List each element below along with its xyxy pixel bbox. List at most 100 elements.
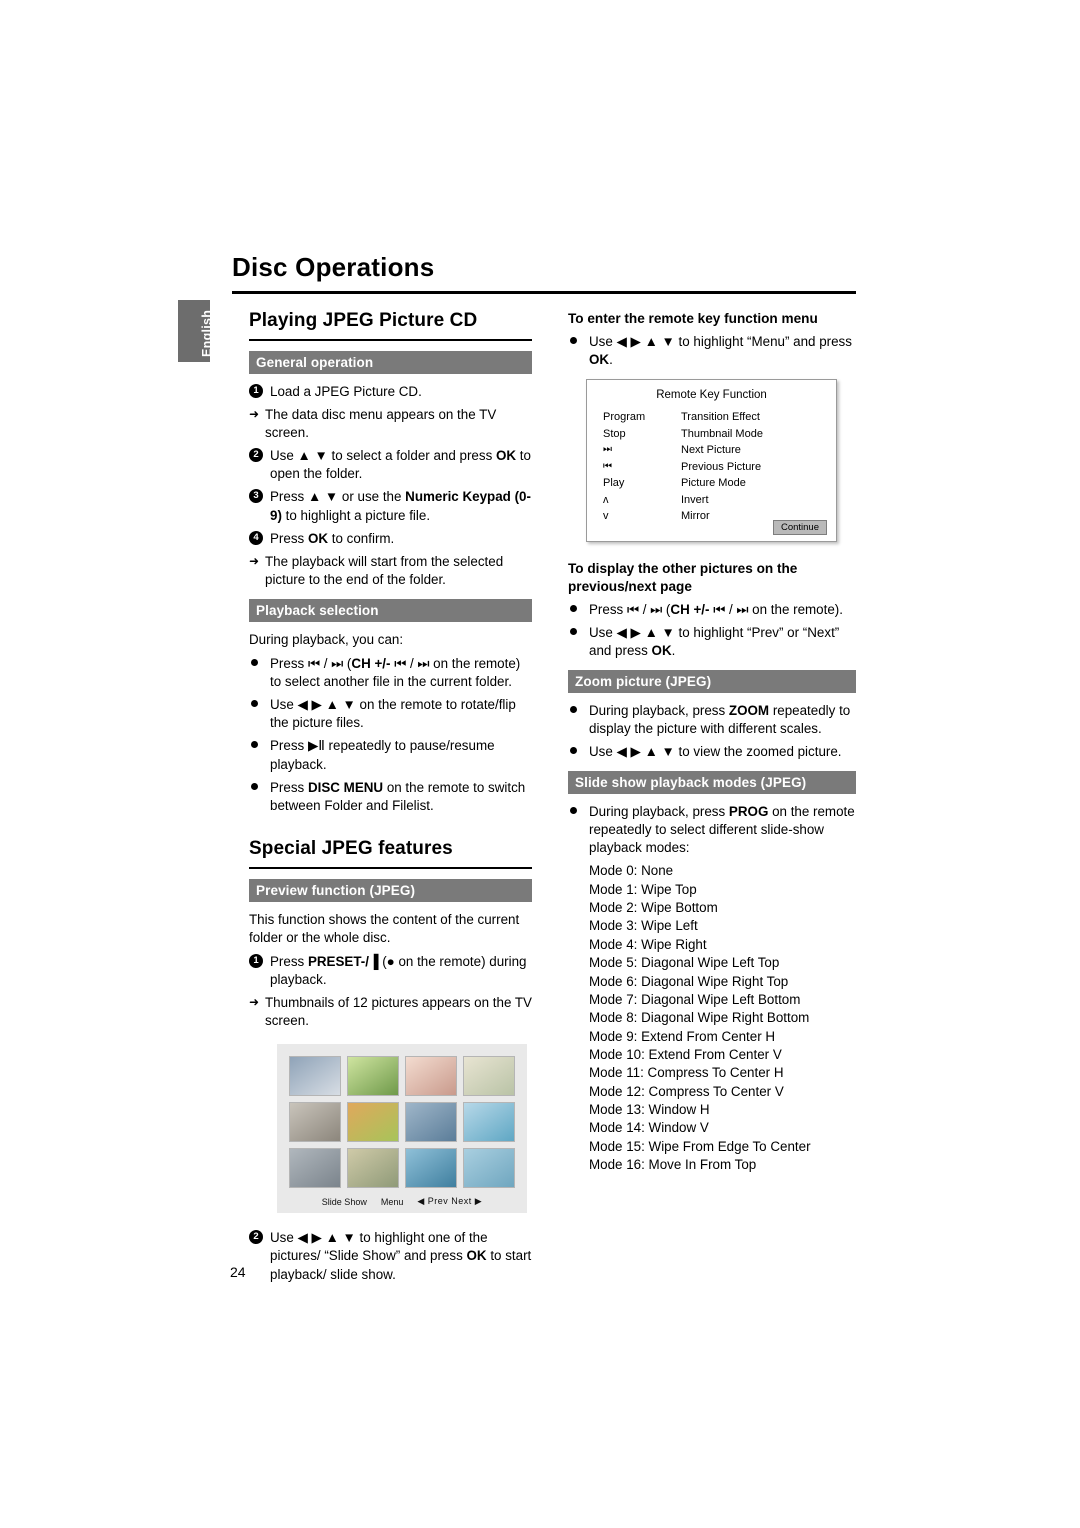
bullet-item: Press ⏮ / ⏭ (CH +/- ⏮ / ⏭ on the remote)…: [249, 655, 532, 691]
mode-item: Mode 1: Wipe Top: [589, 881, 697, 897]
step-number: 1: [249, 953, 263, 968]
page-title: Disc Operations: [232, 252, 435, 282]
mode-item: Mode 8: Diagonal Wipe Right Bottom: [589, 1010, 810, 1026]
heading-other-pictures: To display the other pictures on the pre…: [568, 560, 798, 594]
mode-item: Mode 0: None: [589, 863, 674, 879]
subsection-bar-zoom-picture: Zoom picture (JPEG): [568, 669, 856, 693]
arrow-icon: ➜: [249, 553, 260, 568]
bullet-text: Use ◀ ▶ ▲ ▼ to highlight “Prev” or “Next…: [589, 624, 840, 658]
continue-button[interactable]: Continue: [772, 519, 827, 535]
bullet-item: Press DISC MENU on the remote to switch …: [249, 779, 532, 815]
bullet-text: Press ▶Ⅱ repeatedly to pause/resume play…: [270, 738, 495, 772]
bullet-item: Press ▶Ⅱ repeatedly to pause/resume play…: [249, 737, 532, 773]
bullet-text: Press DISC MENU on the remote to switch …: [270, 779, 526, 813]
bullet-text: During playback, press PROG on the remot…: [589, 804, 855, 856]
bullet-icon: [570, 336, 577, 344]
left-column: Playing JPEG Picture CD General operatio…: [249, 310, 532, 1289]
remote-key-value: Previous Picture: [681, 460, 762, 473]
bullet-text: Use ◀ ▶ ▲ ▼ to highlight “Menu” and pres…: [589, 333, 852, 368]
step-item: 1 Load a JPEG Picture CD.: [249, 383, 532, 401]
language-tab: English: [178, 300, 214, 362]
bullet-text: Press ⏮ / ⏭ (CH +/- ⏮ / ⏭ on the remote)…: [270, 656, 521, 690]
subsection-bar-preview-function: Preview function (JPEG): [249, 878, 532, 902]
mode-item: Mode 3: Wipe Left: [589, 918, 698, 934]
mode-item: Mode 7: Diagonal Wipe Left Bottom: [589, 991, 801, 1007]
step-text: Use ▲ ▼ to select a folder and press OK …: [270, 448, 531, 482]
section-title-special-jpeg: Special JPEG features: [249, 837, 453, 859]
result-text: Thumbnails of 12 pictures appears on the…: [265, 995, 532, 1029]
step-text: Load a JPEG Picture CD.: [270, 384, 422, 399]
bullet-icon: [570, 627, 577, 635]
subsection-bar-playback-selection: Playback selection: [249, 598, 532, 622]
result-item: ➜ The data disc menu appears on the TV s…: [249, 406, 532, 442]
remote-key-name: ʌ: [603, 493, 609, 506]
right-column: To enter the remote key function menu Us…: [568, 310, 856, 1174]
mode-item: Mode 6: Diagonal Wipe Right Top: [589, 973, 789, 989]
thumbnail-preview-panel: Slide Show Menu ◀ Prev Next ▶: [277, 1044, 527, 1214]
remote-key-name: v: [603, 510, 609, 523]
step-text: Press ▲ ▼ or use the Numeric Keypad (0-9…: [270, 489, 531, 523]
arrow-icon: ➜: [249, 995, 260, 1010]
thumbnail: [289, 1056, 341, 1097]
bullet-item: Press ⏮ / ⏭ (CH +/- ⏮ / ⏭ on the remote)…: [568, 601, 856, 619]
mode-item: Mode 14: Window V: [589, 1120, 709, 1136]
bullet-item: Use ◀ ▶ ▲ ▼ to highlight “Prev” or “Next…: [568, 624, 856, 660]
document-page: Disc Operations English Playing JPEG Pic…: [0, 0, 1080, 1528]
step-number: 3: [249, 489, 263, 504]
section-divider: [249, 866, 532, 869]
step-item: 4 Press OK to confirm.: [249, 530, 532, 548]
preview-description: This function shows the content of the c…: [249, 911, 520, 945]
subsection-bar-general-operation: General operation: [249, 351, 532, 374]
bullet-icon: [570, 807, 577, 815]
bullet-item: During playback, press ZOOM repeatedly t…: [568, 702, 856, 738]
remote-key-value: Thumbnail Mode: [681, 427, 763, 440]
thumbnail-toolbar: Slide Show Menu ◀ Prev Next ▶: [289, 1196, 515, 1207]
bullet-icon: [251, 741, 258, 749]
bullet-text: Use ◀ ▶ ▲ ▼ to view the zoomed picture.: [589, 743, 842, 759]
thumbnail: [405, 1102, 457, 1143]
remote-key-row: Play Picture Mode: [587, 475, 836, 492]
step-number: 2: [249, 448, 263, 463]
mode-item: Mode 13: Window H: [589, 1102, 710, 1118]
playback-intro: During playback, you can:: [249, 631, 404, 647]
remote-key-value: Transition Effect: [681, 411, 760, 424]
previous-picture-icon: ⏮: [603, 460, 612, 472]
slide-show-button[interactable]: Slide Show: [322, 1197, 367, 1207]
bullet-item: Use ◀ ▶ ▲ ▼ to view the zoomed picture.: [568, 743, 856, 761]
title-divider: [232, 291, 856, 294]
menu-button[interactable]: Menu: [381, 1197, 404, 1207]
bullet-icon: [570, 746, 577, 754]
thumbnail: [347, 1056, 399, 1097]
remote-key-name: Program: [603, 411, 646, 424]
section-title-playing-jpeg: Playing JPEG Picture CD: [249, 310, 478, 331]
thumbnail: [347, 1102, 399, 1143]
bullet-item: During playback, press PROG on the remot…: [568, 803, 856, 857]
bullet-icon: [251, 700, 258, 708]
thumbnail: [405, 1148, 457, 1189]
bullet-icon: [251, 782, 258, 790]
slideshow-mode-list: Mode 0: None Mode 1: Wipe Top Mode 2: Wi…: [568, 862, 856, 1174]
thumbnail: [405, 1056, 457, 1097]
step-text: Use ◀ ▶ ▲ ▼ to highlight one of the pict…: [270, 1230, 532, 1282]
arrow-icon: ➜: [249, 407, 260, 422]
bullet-icon: [251, 659, 258, 667]
bullet-text: During playback, press ZOOM repeatedly t…: [589, 702, 851, 736]
remote-key-row: ⏮ Previous Picture: [587, 459, 836, 476]
thumbnail-grid: [289, 1056, 515, 1189]
thumbnail: [289, 1148, 341, 1189]
mode-item: Mode 9: Extend From Center H: [589, 1028, 776, 1044]
remote-key-row: Stop Thumbnail Mode: [587, 426, 836, 443]
prev-next-button[interactable]: ◀ Prev Next ▶: [417, 1196, 482, 1207]
step-item: 3 Press ▲ ▼ or use the Numeric Keypad (0…: [249, 488, 532, 524]
step-number: 4: [249, 530, 263, 545]
remote-key-function-box: Remote Key Function Program Transition E…: [586, 379, 837, 542]
thumbnail: [347, 1148, 399, 1189]
mode-item: Mode 5: Diagonal Wipe Left Top: [589, 955, 780, 971]
result-text: The data disc menu appears on the TV scr…: [265, 407, 497, 441]
remote-key-box-title: Remote Key Function: [656, 389, 767, 402]
bullet-text: Use ◀ ▶ ▲ ▼ on the remote to rotate/flip…: [270, 697, 516, 731]
step-item: 2 Use ▲ ▼ to select a folder and press O…: [249, 447, 532, 483]
remote-key-row: ⏭ Next Picture: [587, 442, 836, 459]
subsection-bar-slideshow-modes: Slide show playback modes (JPEG): [568, 771, 856, 795]
thumbnail: [463, 1056, 515, 1097]
